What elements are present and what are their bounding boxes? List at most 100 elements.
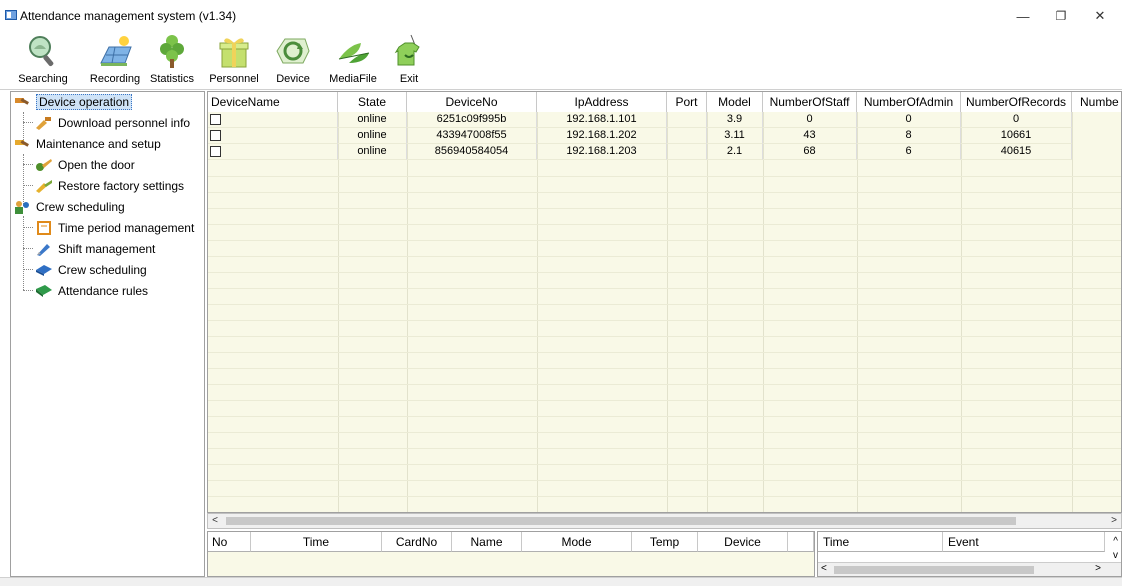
column-header[interactable]: Time: [818, 532, 943, 552]
scroll-right-button[interactable]: >: [1095, 563, 1101, 574]
column-header[interactable]: IpAddress: [537, 92, 667, 112]
column-header[interactable]: NumberOfRecords: [961, 92, 1072, 112]
scroll-down-button[interactable]: v: [1113, 550, 1118, 561]
tree-item-attendance-rules[interactable]: Attendance rules: [35, 281, 148, 301]
hammer-icon: [13, 137, 31, 151]
tree-item-open-the-door[interactable]: Open the door: [35, 155, 135, 175]
table-row[interactable]: online 433947008f55 192.168.1.202 3.11 4…: [208, 128, 1121, 144]
column-header[interactable]: DeviceName: [208, 92, 338, 112]
tree-item-device-operation[interactable]: Device operation: [13, 92, 133, 112]
scroll-up-button[interactable]: ^: [1113, 536, 1118, 547]
column-header[interactable]: DeviceNo: [407, 92, 537, 112]
scroll-left-button[interactable]: <: [821, 563, 827, 574]
device-no-cell: 433947008f55: [407, 128, 537, 144]
row-checkbox[interactable]: [210, 114, 221, 125]
column-header[interactable]: State: [338, 92, 407, 112]
tree-item-label: Maintenance and setup: [36, 137, 161, 151]
toolbar-divider: [0, 89, 1122, 90]
column-header[interactable]: NumberOfStaff: [763, 92, 857, 112]
minimize-button[interactable]: —: [1008, 6, 1038, 26]
grid-row-line: [208, 256, 1121, 257]
recording-button[interactable]: Recording: [84, 31, 146, 89]
tree-connector: [23, 248, 33, 249]
row-checkbox[interactable]: [210, 146, 221, 157]
tree-item-label: Download personnel info: [58, 116, 191, 130]
tree-item-crew-scheduling-group[interactable]: Crew scheduling: [13, 197, 125, 217]
statistics-button[interactable]: Statistics: [148, 31, 196, 89]
tree-item-restore-factory-settings[interactable]: Restore factory settings: [35, 176, 184, 196]
tree-item-time-period-management[interactable]: Time period management: [35, 218, 194, 238]
exit-button[interactable]: Exit: [394, 31, 424, 89]
column-divider: [407, 112, 408, 512]
grid-row-line: [208, 416, 1121, 417]
tree-item-crew-scheduling[interactable]: Crew scheduling: [35, 260, 147, 280]
column-header[interactable]: Name: [452, 532, 522, 552]
grid-row-line: [208, 176, 1121, 177]
device-grid-hscrollbar[interactable]: < >: [207, 513, 1122, 529]
column-header[interactable]: Model: [707, 92, 763, 112]
admin-count-cell: 0: [857, 112, 961, 128]
scroll-thumb[interactable]: [834, 566, 1034, 574]
tree-item-download-personnel-info[interactable]: Download personnel info: [35, 113, 190, 133]
grid-row-line: [208, 448, 1121, 449]
column-header[interactable]: Mode: [522, 532, 632, 552]
tools-icon: [35, 179, 53, 193]
tree-item-maintenance-and-setup[interactable]: Maintenance and setup: [13, 134, 161, 154]
toolbar: Searching Recording Statistics Personnel…: [10, 31, 1122, 89]
table-row[interactable]: online 6251c09f995b 192.168.1.101 3.9 0 …: [208, 112, 1121, 128]
column-header[interactable]: Time: [251, 532, 382, 552]
title-bar: Attendance management system (v1.34) — ❐…: [0, 0, 1122, 30]
column-header[interactable]: Device: [698, 532, 788, 552]
mediafile-button[interactable]: MediaFile: [325, 31, 381, 89]
column-header[interactable]: NumberOfAdmin: [857, 92, 961, 112]
device-name-cell: [208, 144, 338, 160]
column-divider: [707, 112, 708, 512]
event-log-grid[interactable]: Time Event ^ v < >: [817, 531, 1122, 577]
admin-count-cell: 8: [857, 128, 961, 144]
records-grid[interactable]: No Time CardNo Name Mode Temp Device: [207, 531, 815, 577]
gift-box-icon: [216, 33, 252, 69]
staff-count-cell: 68: [763, 144, 857, 160]
searching-button[interactable]: Searching: [10, 31, 76, 89]
column-divider: [961, 112, 962, 512]
tree-item-label: Open the door: [58, 158, 135, 172]
column-divider: [1072, 112, 1073, 512]
device-grid-header: DeviceName State DeviceNo IpAddress Port…: [208, 92, 1121, 112]
column-header[interactable]: Numbe: [1072, 92, 1121, 112]
admin-count-cell: 6: [857, 144, 961, 160]
scroll-thumb[interactable]: [226, 517, 1016, 525]
records-count-cell: 40615: [961, 144, 1072, 160]
column-header[interactable]: [788, 532, 814, 552]
navigation-tree[interactable]: Device operation Download personnel info…: [10, 91, 205, 577]
grid-row-line: [208, 336, 1121, 337]
row-checkbox[interactable]: [210, 130, 221, 141]
scroll-right-button[interactable]: >: [1107, 514, 1121, 528]
restore-button[interactable]: ❐: [1046, 6, 1076, 26]
device-name-cell: [208, 112, 338, 128]
scroll-left-button[interactable]: <: [208, 514, 222, 528]
column-header[interactable]: CardNo: [382, 532, 452, 552]
personnel-button[interactable]: Personnel: [204, 31, 264, 89]
tree-item-label: Restore factory settings: [58, 179, 185, 193]
device-grid[interactable]: DeviceName State DeviceNo IpAddress Port…: [207, 91, 1122, 513]
tree-item-shift-management[interactable]: Shift management: [35, 239, 155, 259]
close-button[interactable]: ✕: [1085, 6, 1115, 26]
column-header[interactable]: Port: [667, 92, 707, 112]
column-header[interactable]: Temp: [632, 532, 698, 552]
grid-row-line: [208, 368, 1121, 369]
event-hscrollbar[interactable]: < >: [818, 562, 1121, 576]
column-header[interactable]: No: [208, 532, 251, 552]
tree-connector: [23, 164, 33, 165]
tree-item-label: Crew scheduling: [58, 263, 147, 277]
device-button[interactable]: Device: [268, 31, 318, 89]
staff-count-cell: 0: [763, 112, 857, 128]
grid-row-line: [208, 272, 1121, 273]
device-no-cell: 6251c09f995b: [407, 112, 537, 128]
port-cell: [667, 128, 707, 144]
column-header[interactable]: Event: [943, 532, 1105, 552]
hammer-icon: [13, 95, 31, 109]
ip-address-cell: 192.168.1.101: [537, 112, 667, 128]
app-icon: [5, 10, 17, 20]
grid-row-line: [208, 352, 1121, 353]
table-row[interactable]: online 856940584054 192.168.1.203 2.1 68…: [208, 144, 1121, 160]
